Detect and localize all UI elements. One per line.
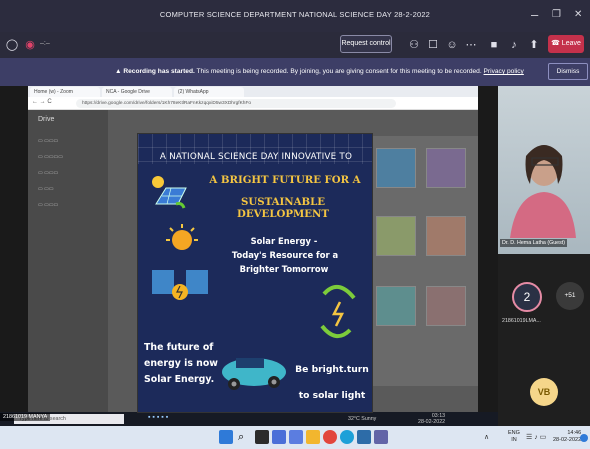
sidebar-item[interactable]: ▭ ▭▭ — [38, 186, 54, 192]
inner-date: 28-02-2022 — [418, 419, 446, 425]
system-clock[interactable]: 14:46 28-02-2022 — [553, 430, 581, 444]
poster-headline-2: SUSTAINABLE DEVELOPMENT — [237, 196, 329, 220]
sidebar-item[interactable]: ▭ ▭▭▭ — [38, 138, 58, 144]
participant-avatar-vb[interactable]: VB — [530, 378, 558, 406]
clock-time: 14:46 — [567, 430, 582, 436]
recording-banner: ▲ Recording has started. This meeting is… — [0, 58, 590, 86]
person-silhouette — [510, 145, 576, 238]
windows-taskbar: ⌕ ∧ ENG IN ☰ ♪ ▭ 14:46 28-02-2022 — [0, 426, 590, 449]
recording-indicator-icon: ◉ — [25, 39, 35, 51]
poster-image: A NATIONAL SCIENCE DAY INNOVATIVE TO A B… — [137, 133, 373, 413]
request-control-button[interactable]: Request control — [340, 35, 392, 53]
chrome-icon[interactable] — [323, 430, 337, 444]
inner-clock: 03:13 28-02-2022 — [418, 413, 445, 425]
tray-chevron-icon[interactable]: ∧ — [484, 433, 489, 441]
shield-icon: ◯ — [5, 39, 19, 51]
store-icon[interactable] — [357, 430, 371, 444]
sidebar-item[interactable]: ▭ ▭▭▭ — [38, 170, 58, 176]
window-title: COMPUTER SCIENCE DEPARTMENT NATIONAL SCI… — [159, 10, 431, 19]
browser-tabstrip: Home (w) - Zoom NCA - Google Drive (2) W… — [28, 86, 478, 97]
widgets-icon[interactable] — [272, 430, 286, 444]
file-thumbnail[interactable] — [376, 148, 416, 188]
meeting-toolbar: ◯ ◉ –:– Request control ⚇ ☐ ☺ ⋯ ■ ♪ ⬆ ☎ … — [0, 32, 590, 58]
file-thumbnail[interactable] — [426, 286, 466, 326]
people-icon[interactable]: ⚇ — [406, 37, 422, 53]
language-indicator[interactable]: ENG IN — [508, 430, 520, 444]
sidebar-item[interactable]: ▭ ▭▭▭ — [38, 202, 58, 208]
reactions-icon[interactable]: ☺ — [444, 37, 460, 53]
close-button[interactable]: ✕ — [574, 9, 582, 20]
solar-panel-icon — [148, 174, 188, 210]
drive-file-grid — [368, 136, 478, 386]
inner-taskbar-apps-icon: ▪ ▪ ▪ ▪ ▪ — [148, 414, 169, 421]
drive-title: Drive — [38, 116, 55, 123]
solar-car-icon — [218, 332, 288, 402]
recycle-icon — [314, 274, 362, 344]
url-field[interactable]: https://drive.google.com/drive/folders/1… — [76, 99, 396, 108]
mic-off-icon[interactable]: ♪ — [506, 37, 522, 53]
edge-icon[interactable] — [340, 430, 354, 444]
poster-headline-1: A BRIGHT FUTURE FOR A — [209, 174, 361, 186]
poster-solar-1: Solar Energy - — [250, 236, 318, 246]
leave-button[interactable]: ☎ Leave — [548, 35, 584, 53]
share-tray-icon[interactable]: ⬆ — [526, 37, 542, 53]
browser-tab[interactable]: NCA - Google Drive — [102, 87, 172, 97]
search-icon[interactable]: ⌕ — [238, 430, 252, 444]
sharer-name: 21861019 MANYA — [0, 413, 51, 421]
poster-bright-2: to solar light — [298, 390, 366, 401]
file-thumbnail[interactable] — [426, 148, 466, 188]
presenter-video[interactable]: Dr. D. Hema Latha (Guest) — [498, 86, 590, 254]
drive-sidebar: Drive ▭ ▭▭▭ ▭ ▭▭▭▭ ▭ ▭▭▭ ▭ ▭▭ ▭ ▭▭▭ — [28, 110, 108, 416]
window-titlebar: COMPUTER SCIENCE DEPARTMENT NATIONAL SCI… — [0, 0, 590, 32]
camera-off-icon[interactable]: ■ — [486, 37, 502, 53]
presenter-name: Dr. D. Hema Latha (Guest) — [500, 239, 567, 247]
language-code: ENG — [508, 430, 520, 436]
maximize-button[interactable]: ❐ — [552, 9, 561, 20]
back-forward-icon[interactable]: ← → C — [32, 99, 52, 105]
file-thumbnail[interactable] — [376, 216, 416, 256]
clock-date: 28-02-2022 — [553, 437, 582, 443]
banner-text: This meeting is being recorded. By joini… — [194, 68, 482, 75]
chat-icon[interactable]: ☐ — [425, 37, 441, 53]
task-view-icon[interactable] — [255, 430, 269, 444]
poster-header: A NATIONAL SCIENCE DAY INNOVATIVE TO — [159, 152, 353, 162]
more-participants-button[interactable]: +51 — [556, 282, 584, 310]
poster-bright-1: Be bright.turn — [295, 364, 369, 375]
sun-panels-icon — [146, 224, 216, 310]
inner-weather: 32°C Sunny — [348, 416, 377, 422]
poster-solar-2: Today's Resource for a — [231, 250, 339, 260]
file-explorer-icon[interactable] — [306, 430, 320, 444]
privacy-policy-link[interactable]: Privacy policy — [484, 68, 524, 75]
leave-label: Leave — [561, 40, 581, 47]
browser-tab[interactable]: Home (w) - Zoom — [30, 87, 100, 97]
phone-icon: ☎ — [551, 40, 562, 47]
teams-chat-icon[interactable] — [289, 430, 303, 444]
more-options-icon[interactable]: ⋯ — [463, 37, 479, 53]
file-thumbnail[interactable] — [376, 286, 416, 326]
dismiss-button[interactable]: Dismiss — [548, 63, 588, 80]
file-thumbnail[interactable] — [426, 216, 466, 256]
sidebar-item[interactable]: ▭ ▭▭▭▭ — [38, 154, 63, 160]
participant-panel: Dr. D. Hema Latha (Guest) 2 21861019LMA.… — [498, 86, 590, 426]
wifi-volume-battery-icon[interactable]: ☰ ♪ ▭ — [526, 433, 546, 441]
minimize-button[interactable]: – — [531, 7, 538, 22]
browser-tab[interactable]: (2) WhatsApp — [174, 87, 244, 97]
participant-avatar[interactable]: 2 — [512, 282, 542, 312]
participant-name: 21861019LMA... — [502, 318, 541, 324]
teams-icon[interactable] — [374, 430, 388, 444]
windows-start-icon[interactable] — [219, 430, 233, 444]
meeting-timer: –:– — [40, 40, 50, 47]
banner-bold: Recording has started. — [123, 68, 195, 75]
language-region: IN — [511, 437, 517, 443]
notification-icon[interactable] — [580, 434, 588, 442]
shared-taskbar: Type here to search ▪ ▪ ▪ ▪ ▪ 32°C Sunny… — [0, 412, 498, 426]
poster-solar-3: Brighter Tomorrow — [239, 264, 329, 274]
browser-address-bar: ← → C https://drive.google.com/drive/fol… — [28, 97, 478, 110]
banner-message: ▲ Recording has started. This meeting is… — [115, 68, 524, 75]
